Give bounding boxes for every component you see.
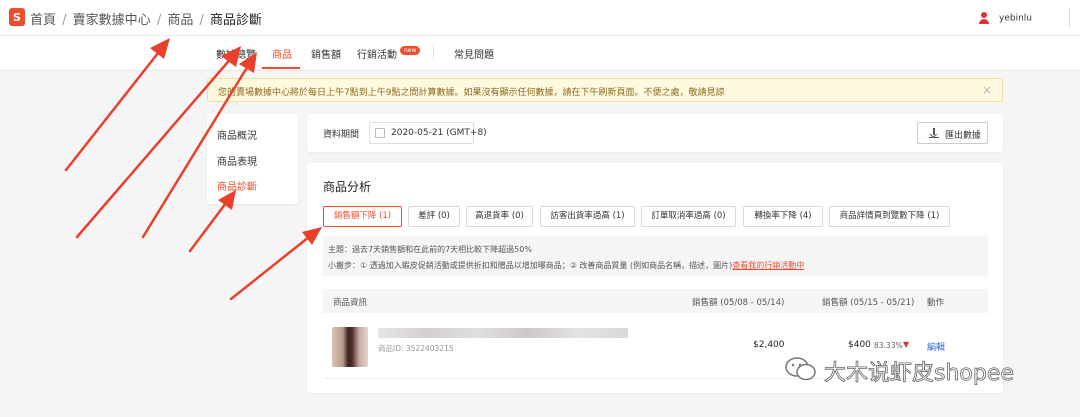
arrow-down-icon: ▼ bbox=[903, 340, 910, 349]
close-icon[interactable]: × bbox=[982, 83, 992, 97]
product-name-blurred[interactable] bbox=[378, 328, 628, 338]
section-title: 商品分析 bbox=[323, 180, 372, 194]
date-value: 2020-05-21 (GMT+8) bbox=[391, 128, 487, 138]
shopee-logo-icon[interactable]: S bbox=[9, 8, 25, 26]
filter-pageview-drop[interactable]: 商品詳情頁到覽數下降 (1) bbox=[829, 206, 950, 227]
sidebar-item-overview[interactable]: 商品概況 bbox=[217, 127, 257, 142]
breadcrumb-products[interactable]: 商品 bbox=[167, 13, 193, 28]
breadcrumb-home[interactable]: 首頁 bbox=[30, 13, 56, 28]
sales-curr-value: $400 bbox=[848, 340, 871, 350]
breadcrumb-current: 商品診斷 bbox=[210, 13, 263, 28]
tab-marketing-label: 行銷活動 bbox=[357, 50, 397, 61]
tab-sales[interactable]: 銷售額 bbox=[311, 46, 341, 61]
col-product: 商品資訊 bbox=[333, 298, 368, 308]
notice-banner: 您的賣場數據中心將於每日上午7點到上午9點之間計算數據。如果沒有顯示任何數據，請… bbox=[207, 78, 1003, 102]
product-sidebar: 商品概況 商品表現 商品診斷 bbox=[207, 114, 298, 204]
filter-conversion-drop[interactable]: 轉換率下降 (4) bbox=[743, 206, 823, 227]
sidebar-item-diagnosis[interactable]: 商品診斷 bbox=[217, 178, 257, 193]
product-id: 商品ID: 3522403215 bbox=[378, 344, 454, 353]
divider bbox=[1069, 8, 1070, 28]
filter-sales-drop[interactable]: 銷售額下降 (1) bbox=[323, 206, 402, 227]
filter-negative-reviews[interactable]: 差評 (0) bbox=[408, 206, 460, 227]
annotation-arrow bbox=[188, 197, 231, 253]
tip-action: 小撇步：① 透過加入蝦皮促銷活動或提供折扣和贈品以增加曝商品；② 改善商品質量 … bbox=[328, 260, 804, 271]
user-name: yebinlu bbox=[999, 13, 1032, 24]
main-tabs: 數據總覽 商品 銷售額 行銷活動 new 常見問題 bbox=[0, 36, 1080, 71]
breadcrumb: 首頁 / 賣家數據中心 / 商品 / 商品診斷 bbox=[30, 13, 263, 28]
new-badge: new bbox=[400, 46, 421, 55]
marketing-link[interactable]: 查看我的行銷活動中 bbox=[732, 261, 804, 270]
col-action: 動作 bbox=[927, 298, 945, 308]
edit-link[interactable]: 編輯 bbox=[927, 340, 945, 353]
date-label: 資料期間 bbox=[323, 130, 360, 140]
table-header: 商品資訊 銷售額 (05/08 - 05/14) 銷售額 (05/15 - 05… bbox=[323, 289, 988, 313]
tip-action-text: 小撇步：① 透過加入蝦皮促銷活動或提供折扣和贈品以增加曝商品；② 改善商品質量 … bbox=[328, 261, 733, 270]
tab-products[interactable]: 商品 bbox=[272, 46, 292, 61]
col-sales-curr[interactable]: 銷售額 (05/15 - 05/21) bbox=[822, 296, 914, 308]
avatar-icon bbox=[977, 11, 991, 25]
watermark-text: 大木说虾皮shopee bbox=[824, 361, 1015, 387]
filter-cancel-rate[interactable]: 訂單取消率過高 (0) bbox=[641, 206, 736, 227]
top-bar: S 首頁 / 賣家數據中心 / 商品 / 商品診斷 yebinlu bbox=[0, 0, 1080, 36]
calendar-icon bbox=[375, 128, 385, 138]
change-percent: 83.33% bbox=[874, 341, 903, 350]
tips-box: 主題：過去7天銷售額和在此前的7天相比較下降超過50% 小撇步：① 透過加入蝦皮… bbox=[323, 236, 988, 276]
export-label: 匯出數據 bbox=[945, 131, 982, 141]
date-filter-bar: 資料期間 2020-05-21 (GMT+8) 匯出數據 bbox=[307, 114, 1003, 152]
filter-ship-rate[interactable]: 訪客出貨率過高 (1) bbox=[540, 206, 635, 227]
download-icon bbox=[929, 128, 939, 138]
date-picker[interactable]: 2020-05-21 (GMT+8) bbox=[369, 122, 487, 144]
watermark: 大木说虾皮shopee bbox=[778, 353, 1048, 387]
tab-overview[interactable]: 數據總覽 bbox=[216, 46, 256, 61]
tab-faq[interactable]: 常見問題 bbox=[454, 46, 494, 61]
notice-text: 您的賣場數據中心將於每日上午7點到上午9點之間計算數據。如果沒有顯示任何數據，請… bbox=[218, 88, 725, 98]
col-sales-prev[interactable]: 銷售額 (05/08 - 05/14) bbox=[692, 296, 784, 308]
annotation-arrow bbox=[229, 231, 316, 301]
export-button[interactable]: 匯出數據 bbox=[917, 122, 988, 144]
sales-prev-value: $2,400 bbox=[753, 340, 785, 350]
product-thumbnail[interactable] bbox=[332, 327, 368, 367]
active-tab-indicator bbox=[262, 67, 300, 69]
tab-divider bbox=[433, 45, 434, 59]
sidebar-item-performance[interactable]: 商品表現 bbox=[217, 153, 257, 168]
user-menu[interactable]: yebinlu bbox=[977, 11, 1032, 25]
filter-high-return[interactable]: 高退貨率 (0) bbox=[466, 206, 533, 227]
tip-issue: 主題：過去7天銷售額和在此前的7天相比較下降超過50% bbox=[328, 245, 532, 254]
wechat-icon bbox=[785, 357, 816, 381]
tab-marketing[interactable]: 行銷活動 new bbox=[357, 46, 421, 61]
breadcrumb-data-center[interactable]: 賣家數據中心 bbox=[73, 13, 151, 28]
